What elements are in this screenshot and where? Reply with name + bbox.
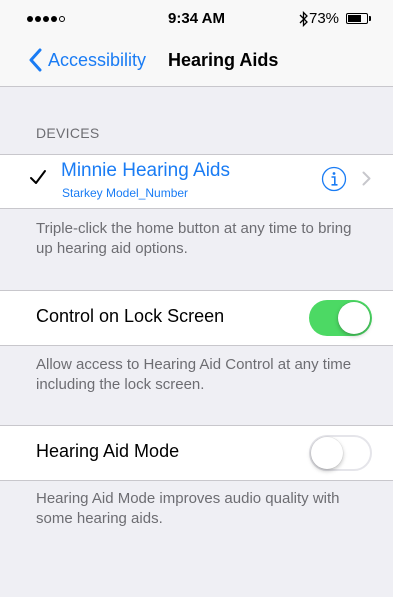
toggle-knob [338, 302, 370, 334]
devices-section-header: DEVICES [36, 125, 100, 141]
battery-tip [369, 16, 371, 21]
lock-screen-row: Control on Lock Screen [0, 290, 393, 346]
back-button-label: Accessibility [48, 49, 147, 70]
hearing-aid-mode-row: Hearing Aid Mode [0, 425, 393, 481]
back-button[interactable]: Accessibility [28, 48, 146, 72]
chevron-left-icon [29, 48, 42, 72]
battery-percentage: 73% [309, 10, 340, 27]
device-model: Starkey Model_Number [62, 186, 189, 200]
lock-screen-toggle[interactable] [309, 300, 372, 336]
hearing-aid-mode-toggle[interactable] [309, 435, 372, 471]
device-row[interactable]: Minnie Hearing Aids Starkey Model_Number [0, 154, 393, 209]
battery-icon [346, 13, 368, 24]
bluetooth-icon [299, 10, 308, 32]
navigation-bar: Accessibility Hearing Aids [0, 40, 393, 86]
hearing-aid-mode-label: Hearing Aid Mode [36, 441, 180, 461]
device-name: Minnie Hearing Aids [61, 160, 230, 181]
chevron-right-icon [362, 171, 371, 186]
top-bar: 9:34 AM 73% Accessibility Hearing Aids [0, 0, 393, 87]
devices-footer-text: Triple-click the home button at any time… [36, 220, 352, 257]
checkmark-icon [30, 170, 46, 184]
hearing-aid-mode-footer-text: Hearing Aid Mode improves audio quality … [36, 490, 340, 527]
lock-screen-footer-text: Allow access to Hearing Aid Control at a… [36, 356, 352, 393]
info-icon[interactable] [321, 166, 347, 192]
toggle-knob [311, 437, 343, 469]
hearing-aids-screen: 9:34 AM 73% Accessibility Hearing Aids D… [0, 0, 393, 597]
battery-fill [348, 15, 361, 22]
status-bar: 9:34 AM 73% [0, 0, 393, 40]
lock-screen-label: Control on Lock Screen [36, 306, 225, 326]
page-title: Hearing Aids [168, 50, 279, 70]
